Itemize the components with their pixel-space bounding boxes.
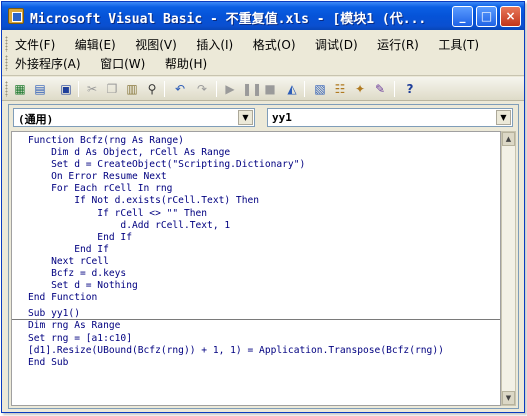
code-line[interactable]: Dim rng As Range — [28, 320, 444, 332]
vertical-scrollbar[interactable]: ▲ ▼ — [501, 131, 516, 406]
menu-file[interactable]: 文件(F) — [10, 34, 60, 55]
minimize-button[interactable]: _ — [452, 6, 473, 27]
toolbox-icon[interactable]: ✎ — [372, 81, 388, 97]
vba-editor-window: Microsoft Visual Basic - 不重复值.xls - [模块1… — [1, 1, 525, 413]
toolbar-separator — [164, 81, 165, 97]
copy-icon[interactable]: ❐ — [104, 81, 120, 97]
procedure-separator — [12, 319, 500, 320]
maximize-button[interactable]: □ — [476, 6, 497, 27]
code-line[interactable]: Set d = Nothing — [28, 280, 444, 292]
menu-row-1: 文件(F) 编辑(E) 视图(V) 插入(I) 格式(O) 调试(D) 运行(R… — [10, 34, 490, 54]
code-line[interactable]: End If — [28, 232, 444, 244]
toolbar-separator — [304, 81, 305, 97]
code-line[interactable]: End Function — [28, 292, 444, 304]
run-icon[interactable]: ▶ — [222, 81, 238, 97]
code-line[interactable]: Bcfz = d.keys — [28, 268, 444, 280]
code-line[interactable]: d.Add rCell.Text, 1 — [28, 220, 444, 232]
procedure-combo-value: yy1 — [272, 111, 292, 124]
save-icon[interactable]: ▣ — [58, 81, 74, 97]
code-line[interactable]: [d1].Resize(UBound(Bcfz(rng)) + 1, 1) = … — [28, 345, 444, 357]
code-line[interactable]: End If — [28, 244, 444, 256]
find-icon[interactable]: ⚲ — [144, 81, 160, 97]
code-line[interactable]: For Each rCell In rng — [28, 183, 444, 195]
chevron-down-icon[interactable]: ▼ — [496, 110, 511, 125]
code-line[interactable]: On Error Resume Next — [28, 171, 444, 183]
procedure-combo[interactable]: yy1 ▼ — [267, 108, 513, 127]
code-window: (通用) ▼ yy1 ▼ Function Bcfz(rng As Range)… — [8, 104, 519, 409]
menu-edit[interactable]: 编辑(E) — [70, 34, 121, 55]
close-button[interactable]: × — [500, 6, 521, 27]
undo-icon[interactable]: ↶ — [172, 81, 188, 97]
menu-tools[interactable]: 工具(T) — [433, 34, 484, 55]
help-icon[interactable]: ? — [402, 81, 418, 97]
menu-run[interactable]: 运行(R) — [372, 34, 424, 55]
code-line[interactable]: Set rng = [a1:c10] — [28, 333, 444, 345]
redo-icon[interactable]: ↷ — [194, 81, 210, 97]
object-combo[interactable]: (通用) ▼ — [13, 108, 255, 127]
toolbar-separator — [78, 81, 79, 97]
code-line[interactable]: If Not d.exists(rCell.Text) Then — [28, 195, 444, 207]
code-line[interactable]: Next rCell — [28, 256, 444, 268]
menu-grip-icon[interactable] — [5, 36, 8, 52]
project-explorer-icon[interactable]: ▧ — [312, 81, 328, 97]
toolbar-grip-icon[interactable] — [5, 81, 8, 97]
standard-toolbar: ▦ ▤ ▣ ✂ ❐ ▥ ⚲ ↶ ↷ ▶ ❚❚ ■ ◭ ▧ ☷ ✦ ✎ ? — [2, 77, 524, 101]
code-editor[interactable]: Function Bcfz(rng As Range) Dim d As Obj… — [11, 131, 501, 406]
menu-grip-icon[interactable] — [5, 55, 8, 71]
design-mode-icon[interactable]: ◭ — [284, 81, 300, 97]
menu-row-2: 外接程序(A) 窗口(W) 帮助(H) — [10, 53, 218, 73]
menu-addins[interactable]: 外接程序(A) — [10, 53, 86, 74]
code-text[interactable]: Function Bcfz(rng As Range) Dim d As Obj… — [28, 135, 444, 369]
chevron-down-icon[interactable]: ▼ — [238, 110, 253, 125]
window-title: Microsoft Visual Basic - 不重复值.xls - [模块1… — [30, 12, 427, 27]
scroll-down-icon[interactable]: ▼ — [502, 391, 515, 405]
vba-app-icon — [8, 8, 24, 24]
menu-help[interactable]: 帮助(H) — [160, 53, 212, 74]
code-line[interactable]: End Sub — [28, 357, 444, 369]
excel-icon[interactable]: ▦ — [12, 81, 28, 97]
cut-icon[interactable]: ✂ — [84, 81, 100, 97]
menu-view[interactable]: 视图(V) — [130, 34, 182, 55]
menu-format[interactable]: 格式(O) — [248, 34, 301, 55]
scroll-up-icon[interactable]: ▲ — [502, 132, 515, 146]
pause-icon[interactable]: ❚❚ — [242, 81, 262, 97]
insert-module-icon[interactable]: ▤ — [32, 81, 48, 97]
menu-window[interactable]: 窗口(W) — [95, 53, 150, 74]
reset-icon[interactable]: ■ — [262, 81, 278, 97]
toolbar-separator — [216, 81, 217, 97]
toolbar-separator — [394, 81, 395, 97]
code-line[interactable]: Function Bcfz(rng As Range) — [28, 135, 444, 147]
object-browser-icon[interactable]: ✦ — [352, 81, 368, 97]
menu-insert[interactable]: 插入(I) — [191, 34, 238, 55]
code-line[interactable]: Dim d As Object, rCell As Range — [28, 147, 444, 159]
properties-icon[interactable]: ☷ — [332, 81, 348, 97]
paste-icon[interactable]: ▥ — [124, 81, 140, 97]
code-line[interactable]: If rCell <> "" Then — [28, 208, 444, 220]
menu-bar: 文件(F) 编辑(E) 视图(V) 插入(I) 格式(O) 调试(D) 运行(R… — [2, 30, 524, 76]
menu-debug[interactable]: 调试(D) — [310, 34, 363, 55]
code-line[interactable]: Set d = CreateObject("Scripting.Dictiona… — [28, 159, 444, 171]
object-combo-value: (通用) — [18, 113, 54, 126]
title-bar[interactable]: Microsoft Visual Basic - 不重复值.xls - [模块1… — [2, 2, 524, 30]
